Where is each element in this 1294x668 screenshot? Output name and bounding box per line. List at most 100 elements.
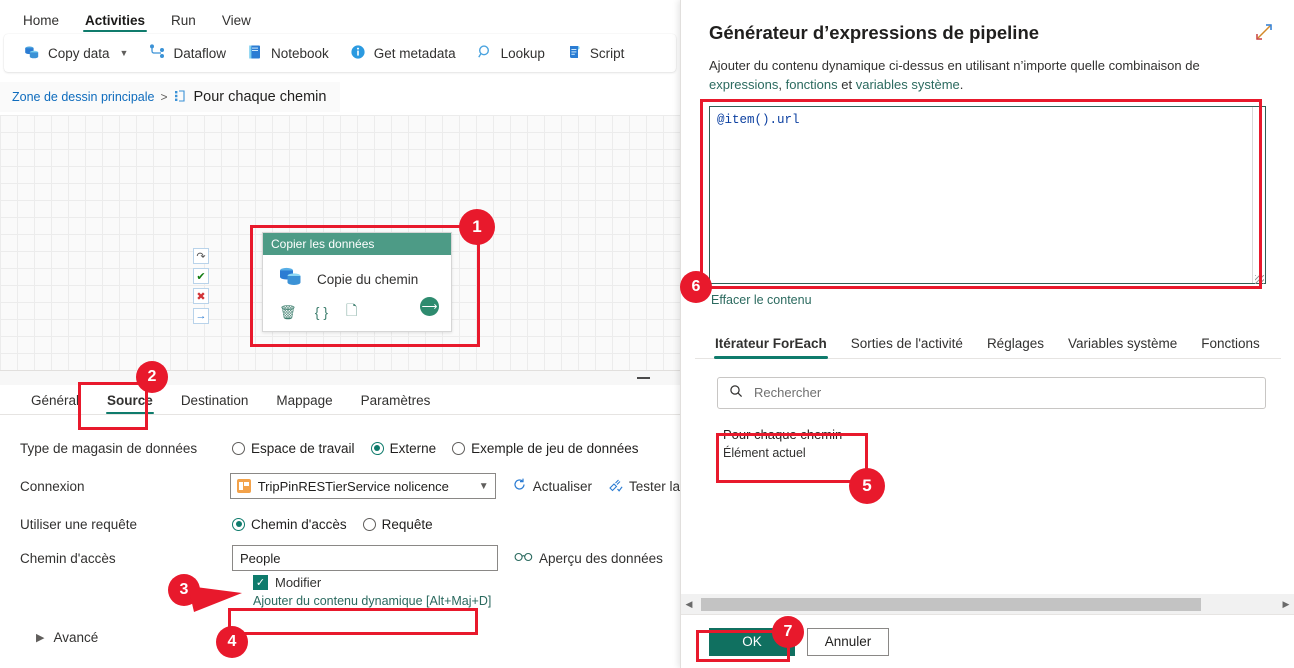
add-dynamic-content-link[interactable]: Ajouter du contenu dynamique [Alt+Maj+D] (253, 594, 491, 608)
toolbar-lookup[interactable]: Lookup (467, 39, 554, 68)
expand-diagonal-icon[interactable] (1254, 22, 1274, 45)
modify-checkbox-row: ✓ Modifier (253, 575, 680, 590)
row-path: Chemin d'accès Aperçu des données (20, 543, 680, 573)
test-label: Tester la (628, 478, 680, 494)
tab-system-variables[interactable]: Variables système (1056, 337, 1189, 358)
tab-general[interactable]: Général (18, 393, 92, 415)
pipeline-canvas[interactable]: Copier les données Copie du chemin 🗑 { }… (0, 115, 680, 370)
radio-sample-dataset-label: Exemple de jeu de données (471, 440, 639, 456)
radio-workspace[interactable]: Espace de travail (232, 441, 355, 456)
expression-textarea[interactable] (709, 105, 1266, 284)
toolbar-dataflow-label: Dataflow (173, 45, 226, 61)
desc-part-0: Ajouter du contenu dynamique ci-dessus e… (709, 58, 1200, 73)
scroll-right-icon[interactable]: ▶ (1278, 599, 1294, 610)
scroll-left-icon[interactable]: ◀ (681, 599, 697, 610)
chevron-down-icon[interactable]: ▼ (120, 48, 129, 58)
row-connection: Connexion TripPinRESTierService nolicenc… (20, 467, 680, 505)
toolbar-notebook-label: Notebook (271, 45, 329, 61)
delete-icon[interactable]: 🗑 (279, 304, 297, 321)
minimize-panel-button[interactable] (637, 377, 650, 379)
tab-destination[interactable]: Destination (168, 393, 262, 415)
advanced-section-toggle[interactable]: ▶ Avancé (36, 630, 680, 645)
pipeline-editor: Home Activities Run View Copy data ▼ Dat… (0, 0, 680, 668)
clear-content-link[interactable]: Effacer le contenu (711, 293, 812, 307)
test-connection-button[interactable]: Tester la (608, 477, 680, 495)
data-preview-button[interactable]: Aperçu des données (514, 550, 663, 566)
advanced-label: Avancé (53, 630, 99, 645)
code-braces-icon[interactable]: { } (315, 304, 328, 320)
activities-toolbar: Copy data ▼ Dataflow Notebook Get metada… (4, 34, 676, 72)
tab-parameters[interactable]: Paramètres (348, 393, 444, 415)
skip-port[interactable]: ↷ (193, 248, 209, 264)
ribbon-tab-view[interactable]: View (209, 13, 264, 33)
plug-check-icon (608, 477, 623, 495)
tab-activity-outputs[interactable]: Sorties de l'activité (839, 337, 975, 358)
radio-query[interactable]: Requête (362, 517, 433, 532)
scrollbar-track[interactable] (697, 597, 1278, 611)
scrollbar-thumb[interactable] (701, 597, 1201, 611)
path-input[interactable] (232, 545, 498, 571)
panel-description: Ajouter du contenu dynamique ci-dessus e… (681, 44, 1294, 95)
failure-port[interactable]: ✖ (193, 288, 209, 304)
radio-path[interactable]: Chemin d'accès (232, 517, 347, 532)
desc-part-6: . (959, 76, 964, 92)
search-input[interactable] (752, 384, 1254, 402)
use-query-label: Utiliser une requête (20, 516, 138, 532)
cancel-button[interactable]: Annuler (807, 627, 889, 656)
functions-link[interactable]: fonctions (786, 77, 838, 92)
tab-functions[interactable]: Fonctions (1189, 337, 1272, 358)
toolbar-script[interactable]: Script (556, 39, 634, 68)
radio-path-label: Chemin d'accès (251, 516, 347, 532)
row-use-query: Utiliser une requête Chemin d'accès Requ… (20, 505, 680, 543)
resize-grip-icon[interactable] (1255, 274, 1264, 284)
clone-icon[interactable]: 🗋 (346, 300, 357, 324)
ribbon-tab-activities[interactable]: Activities (72, 13, 158, 33)
properties-panel: Général Source Destination Mappage Param… (0, 370, 680, 668)
radio-external-label: Externe (389, 440, 437, 456)
info-icon (349, 43, 367, 64)
refresh-connection-button[interactable]: Actualiser (512, 477, 592, 495)
path-controls: Aperçu des données (232, 545, 663, 571)
breadcrumb: Zone de dessin principale > Pour chaque … (0, 82, 340, 112)
source-form: Type de magasin de données Espace de tra… (0, 415, 680, 646)
foreach-icon (173, 89, 187, 106)
expressions-link[interactable]: expressions (709, 77, 778, 92)
script-icon (565, 43, 583, 64)
breadcrumb-current: Pour chaque chemin (193, 89, 327, 105)
chevron-right-icon: ▶ (36, 632, 45, 644)
horizontal-scrollbar[interactable]: ◀ ▶ (681, 594, 1294, 614)
dataflow-icon (148, 43, 166, 64)
tab-source[interactable]: Source (94, 393, 166, 415)
toolbar-copy-data[interactable]: Copy data ▼ (14, 39, 137, 68)
toolbar-dataflow[interactable]: Dataflow (139, 39, 235, 68)
copy-data-icon (23, 43, 41, 64)
radio-sample-dataset[interactable]: Exemple de jeu de données (452, 441, 638, 456)
tab-settings[interactable]: Réglages (975, 337, 1056, 358)
activity-card-copy-data[interactable]: Copier les données Copie du chemin 🗑 { }… (262, 232, 452, 332)
ribbon-tab-run[interactable]: Run (158, 13, 209, 33)
properties-topbar (0, 371, 680, 385)
expression-editor-wrapper (709, 105, 1266, 287)
ok-button[interactable]: OK (709, 627, 795, 656)
tab-foreach-iterator[interactable]: Itérateur ForEach (703, 337, 839, 359)
ribbon-tab-bar: Home Activities Run View (0, 0, 680, 32)
search-box[interactable] (717, 376, 1266, 409)
properties-tab-bar: Général Source Destination Mappage Param… (0, 385, 680, 415)
ribbon-tab-home[interactable]: Home (10, 13, 72, 33)
run-arrow-icon[interactable]: ⟶ (420, 297, 439, 316)
toolbar-copy-data-label: Copy data (48, 45, 110, 61)
modify-checkbox[interactable]: ✓ (253, 575, 268, 590)
connection-dropdown[interactable]: TripPinRESTierService nolicence ▼ (229, 473, 496, 499)
toolbar-get-metadata[interactable]: Get metadata (340, 39, 465, 68)
tab-mapping[interactable]: Mappage (263, 393, 345, 415)
completion-port[interactable]: → (193, 308, 209, 324)
system-variables-link[interactable]: variables système (856, 77, 960, 92)
expression-scrollbar[interactable] (1252, 106, 1265, 283)
activity-card-name: Copie du chemin (317, 272, 419, 287)
list-item[interactable]: Pour chaque chemin Élément actuel (719, 421, 859, 463)
notebook-icon (246, 43, 264, 64)
breadcrumb-root-link[interactable]: Zone de dessin principale (12, 90, 154, 104)
radio-external[interactable]: Externe (370, 440, 437, 456)
toolbar-notebook[interactable]: Notebook (237, 39, 338, 68)
success-port[interactable]: ✔ (193, 268, 209, 284)
